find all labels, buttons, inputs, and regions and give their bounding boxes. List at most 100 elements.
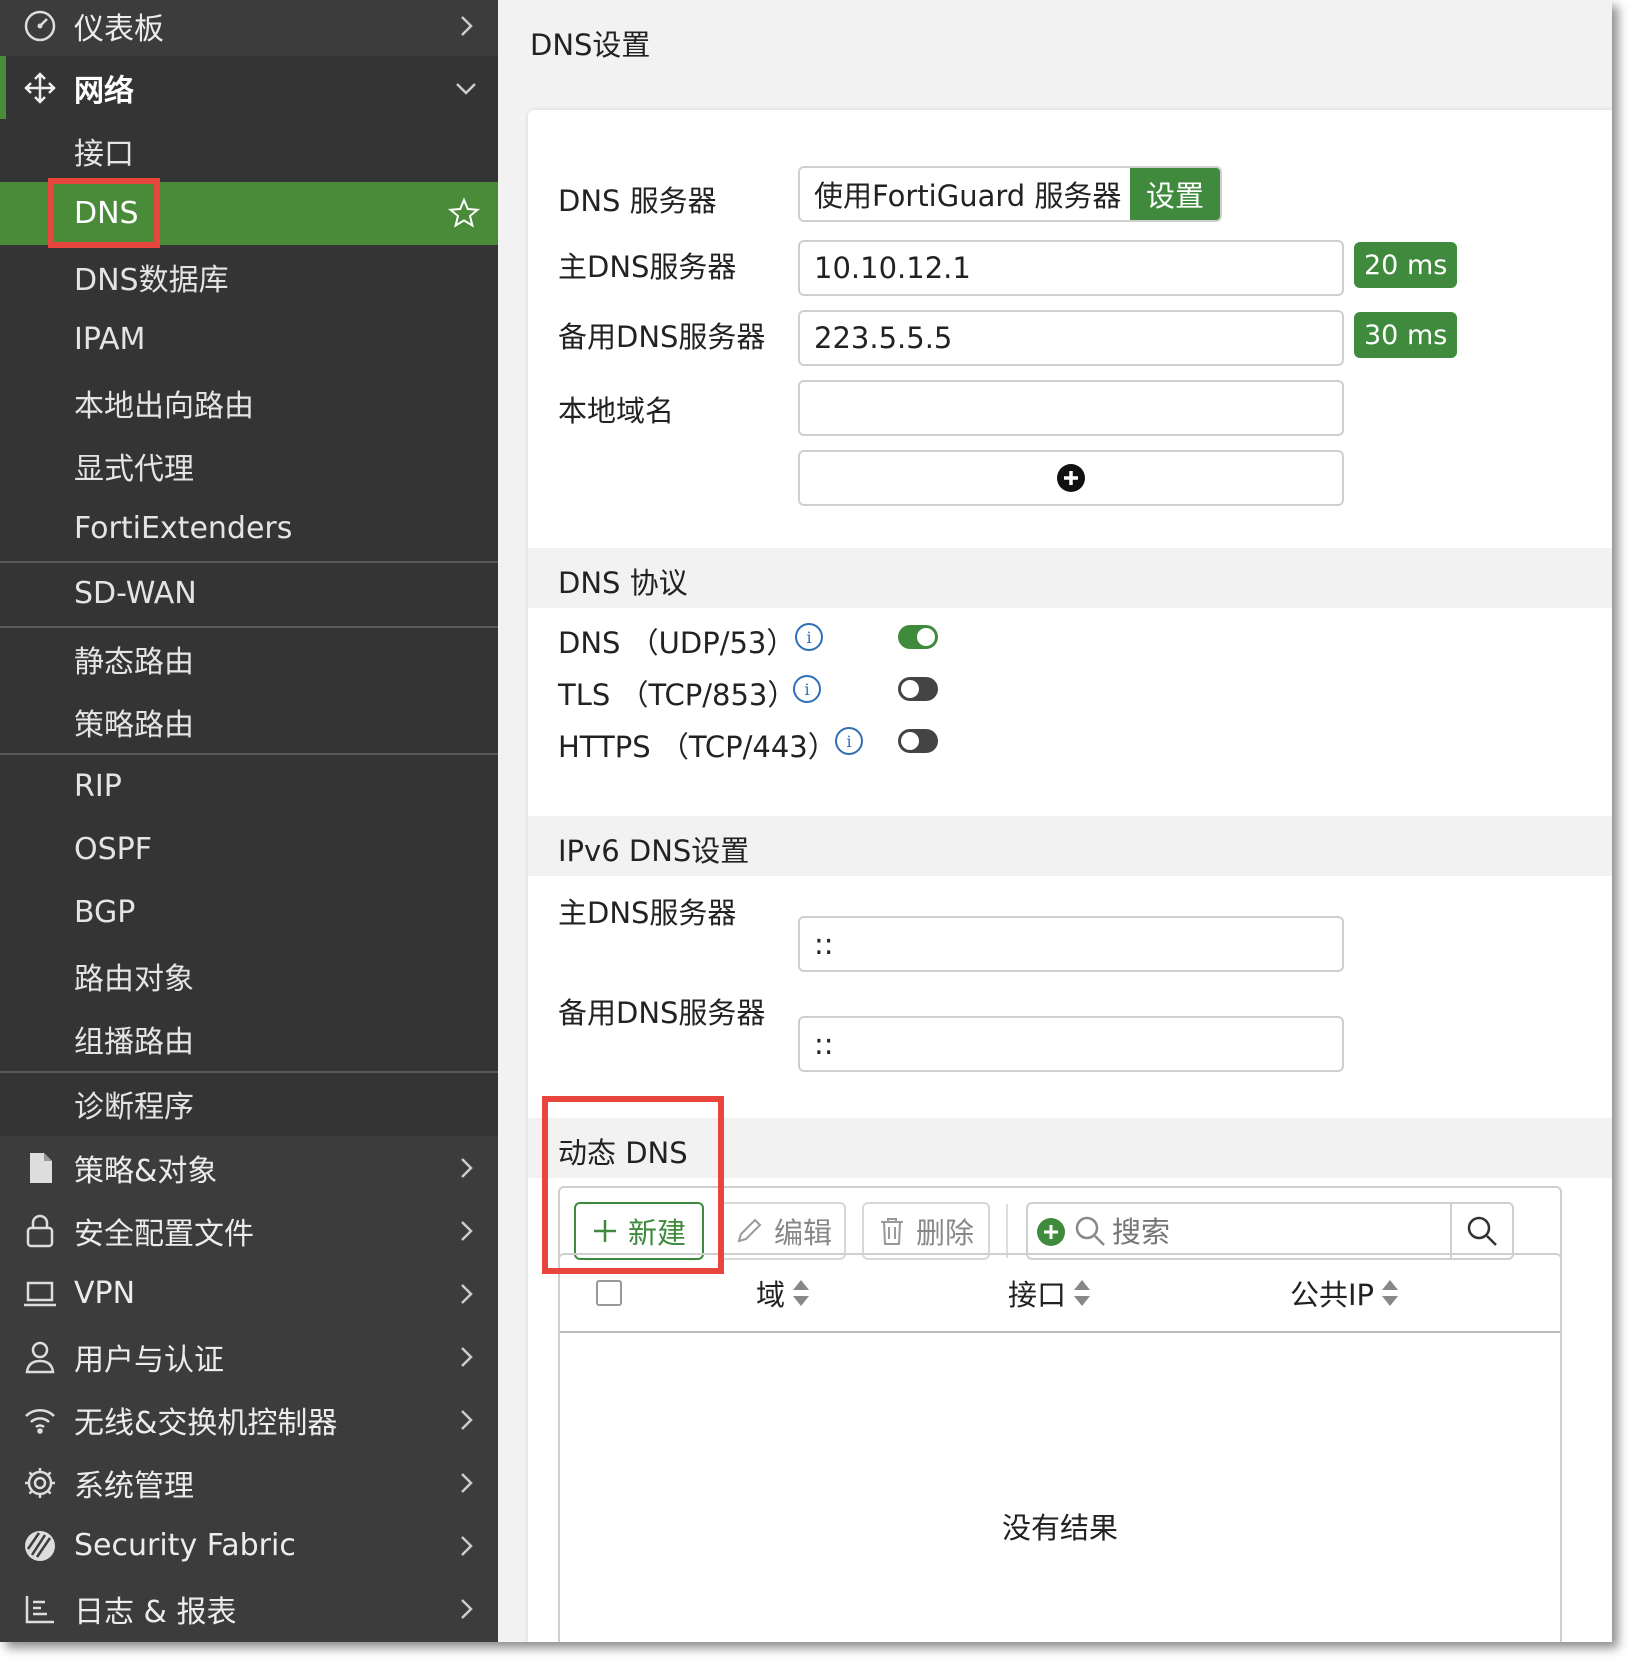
sidebar-item-interfaces[interactable]: 接口 <box>0 119 498 182</box>
sidebar-item-multicast[interactable]: 组播路由 <box>0 1007 498 1070</box>
dns-udp-toggle[interactable] <box>898 625 938 649</box>
edit-button-label: 编辑 <box>773 1216 832 1250</box>
sidebar-item-routing-objects[interactable]: 路由对象 <box>0 944 498 1007</box>
page-title: DNS设置 <box>530 28 651 62</box>
ddns-table: 域 接口 公共IP 没有结果 <box>558 1253 1562 1642</box>
sidebar-item-security-fabric[interactable]: Security Fabric <box>0 1514 498 1577</box>
ipv6-secondary-label: 备用DNS服务器 <box>558 996 766 1030</box>
primary-dns-label: 主DNS服务器 <box>558 250 737 284</box>
sidebar-item-wifi-switch[interactable]: 无线&交换机控制器 <box>0 1388 498 1451</box>
column-header-interface[interactable]: 接口 <box>1008 1255 1092 1331</box>
svg-text:i: i <box>804 680 809 699</box>
dns-protocol-section-header: DNS 协议 <box>528 548 1612 608</box>
chevron-right-icon <box>461 1598 473 1619</box>
add-filter-icon[interactable] <box>1036 1217 1066 1247</box>
local-domain-input[interactable] <box>798 380 1344 436</box>
ipv6-secondary-input[interactable]: :: <box>798 1016 1344 1072</box>
sidebar-item-bgp[interactable]: BGP <box>0 881 498 944</box>
sidebar-item-explicit-proxy[interactable]: 显式代理 <box>0 434 498 497</box>
dns-tls-toggle[interactable] <box>898 677 938 701</box>
sidebar-item-sd-wan[interactable]: SD-WAN <box>0 562 498 625</box>
local-domain-label: 本地域名 <box>558 394 675 428</box>
column-header-label: 公共IP <box>1290 1278 1375 1312</box>
sort-icon <box>793 1280 810 1306</box>
sidebar-item-label: 网络 <box>74 73 134 109</box>
sidebar-item-label: FortiExtenders <box>74 511 293 546</box>
wifi-icon <box>22 1402 58 1438</box>
ipv6-primary-input[interactable]: :: <box>798 916 1344 972</box>
protocol-label-tls: TLS （TCP/853） <box>558 678 797 712</box>
sidebar-item-system[interactable]: 系统管理 <box>0 1451 498 1514</box>
settings-button[interactable]: 设置 <box>1130 168 1220 220</box>
select-all-checkbox[interactable] <box>596 1280 622 1306</box>
search-input[interactable] <box>1112 1212 1442 1252</box>
sidebar-item-label: VPN <box>74 1276 136 1311</box>
fortiguard-option[interactable]: 使用FortiGuard 服务器 <box>800 168 1130 220</box>
delete-button-label: 删除 <box>915 1216 974 1250</box>
sidebar: 仪表板 网络 接口 DNS DNS数据库 IPAM 本地出向路由 显式代理 Fo… <box>0 0 498 1642</box>
add-domain-button[interactable] <box>798 450 1344 506</box>
sidebar-item-label: RIP <box>74 769 122 804</box>
star-icon[interactable] <box>448 197 480 229</box>
settings-card: DNS 服务器 使用FortiGuard 服务器 设置 主DNS服务器 10.1… <box>528 110 1612 1642</box>
chevron-right-icon <box>461 1346 473 1367</box>
sidebar-item-ospf[interactable]: OSPF <box>0 818 498 881</box>
secondary-dns-input[interactable]: 223.5.5.5 <box>798 310 1344 366</box>
search-box[interactable] <box>1026 1202 1514 1260</box>
info-icon[interactable]: i <box>834 726 864 756</box>
app-window: 仪表板 网络 接口 DNS DNS数据库 IPAM 本地出向路由 显式代理 Fo… <box>0 0 1612 1642</box>
chevron-right-icon <box>461 1535 473 1556</box>
sidebar-item-dns-database[interactable]: DNS数据库 <box>0 245 498 308</box>
column-header-label: 接口 <box>1008 1278 1067 1312</box>
sidebar-item-label: 组播路由 <box>74 1024 194 1060</box>
sidebar-item-policy-objects[interactable]: 策略&对象 <box>0 1136 498 1199</box>
sidebar-item-label: SD-WAN <box>74 576 197 611</box>
sidebar-item-network[interactable]: 网络 <box>0 56 498 119</box>
sidebar-item-static-routes[interactable]: 静态路由 <box>0 627 498 690</box>
sidebar-item-user-auth[interactable]: 用户与认证 <box>0 1325 498 1388</box>
info-icon[interactable]: i <box>792 674 822 704</box>
column-header-public-ip[interactable]: 公共IP <box>1290 1255 1400 1331</box>
protocol-label-udp: DNS （UDP/53） <box>558 626 796 660</box>
chevron-right-icon <box>461 15 473 36</box>
dns-server-label: DNS 服务器 <box>558 184 717 218</box>
sidebar-item-diagnostics[interactable]: 诊断程序 <box>0 1072 498 1135</box>
column-header-domain[interactable]: 域 <box>756 1255 811 1331</box>
sidebar-item-policy-routes[interactable]: 策略路由 <box>0 690 498 753</box>
edit-button[interactable]: 编辑 <box>720 1202 846 1260</box>
sidebar-item-security-profiles[interactable]: 安全配置文件 <box>0 1199 498 1262</box>
chevron-right-icon <box>461 1157 473 1178</box>
chevron-down-icon <box>456 82 476 95</box>
main-content: DNS设置 DNS 服务器 使用FortiGuard 服务器 设置 主DNS服务… <box>498 0 1612 1642</box>
sidebar-item-label: 静态路由 <box>74 644 194 680</box>
sidebar-item-label: 用户与认证 <box>74 1342 224 1378</box>
sidebar-item-dashboard[interactable]: 仪表板 <box>0 0 498 57</box>
sidebar-item-label: 策略路由 <box>74 707 194 743</box>
sidebar-item-label: 日志 & 报表 <box>74 1594 237 1630</box>
lock-icon <box>22 1213 58 1249</box>
sidebar-item-local-out-routing[interactable]: 本地出向路由 <box>0 371 498 434</box>
sidebar-item-fortiextenders[interactable]: FortiExtenders <box>0 497 498 560</box>
header-divider <box>560 1331 1560 1333</box>
search-submit-button[interactable] <box>1450 1204 1512 1258</box>
sidebar-item-label: DNS数据库 <box>74 262 229 298</box>
sidebar-item-rip[interactable]: RIP <box>0 755 498 818</box>
delete-button[interactable]: 删除 <box>862 1202 990 1260</box>
protocol-label-https: HTTPS （TCP/443） <box>558 730 837 764</box>
section-title: DNS 协议 <box>558 566 688 600</box>
dns-server-selector[interactable]: 使用FortiGuard 服务器 设置 <box>798 166 1222 222</box>
plus-circle-icon <box>1057 464 1085 492</box>
report-icon <box>22 1591 58 1627</box>
column-header-label: 域 <box>756 1278 786 1312</box>
primary-dns-input[interactable]: 10.10.12.1 <box>798 240 1344 296</box>
sidebar-item-vpn[interactable]: VPN <box>0 1262 498 1325</box>
info-icon[interactable]: i <box>794 622 824 652</box>
sidebar-item-log-report[interactable]: 日志 & 报表 <box>0 1577 498 1640</box>
sort-icon <box>1074 1280 1091 1306</box>
document-icon <box>22 1150 58 1186</box>
ipv6-primary-label: 主DNS服务器 <box>558 896 737 930</box>
sidebar-item-label: 仪表板 <box>74 11 164 47</box>
dns-https-toggle[interactable] <box>898 729 938 753</box>
trash-icon <box>880 1218 903 1245</box>
sidebar-item-ipam[interactable]: IPAM <box>0 308 498 371</box>
